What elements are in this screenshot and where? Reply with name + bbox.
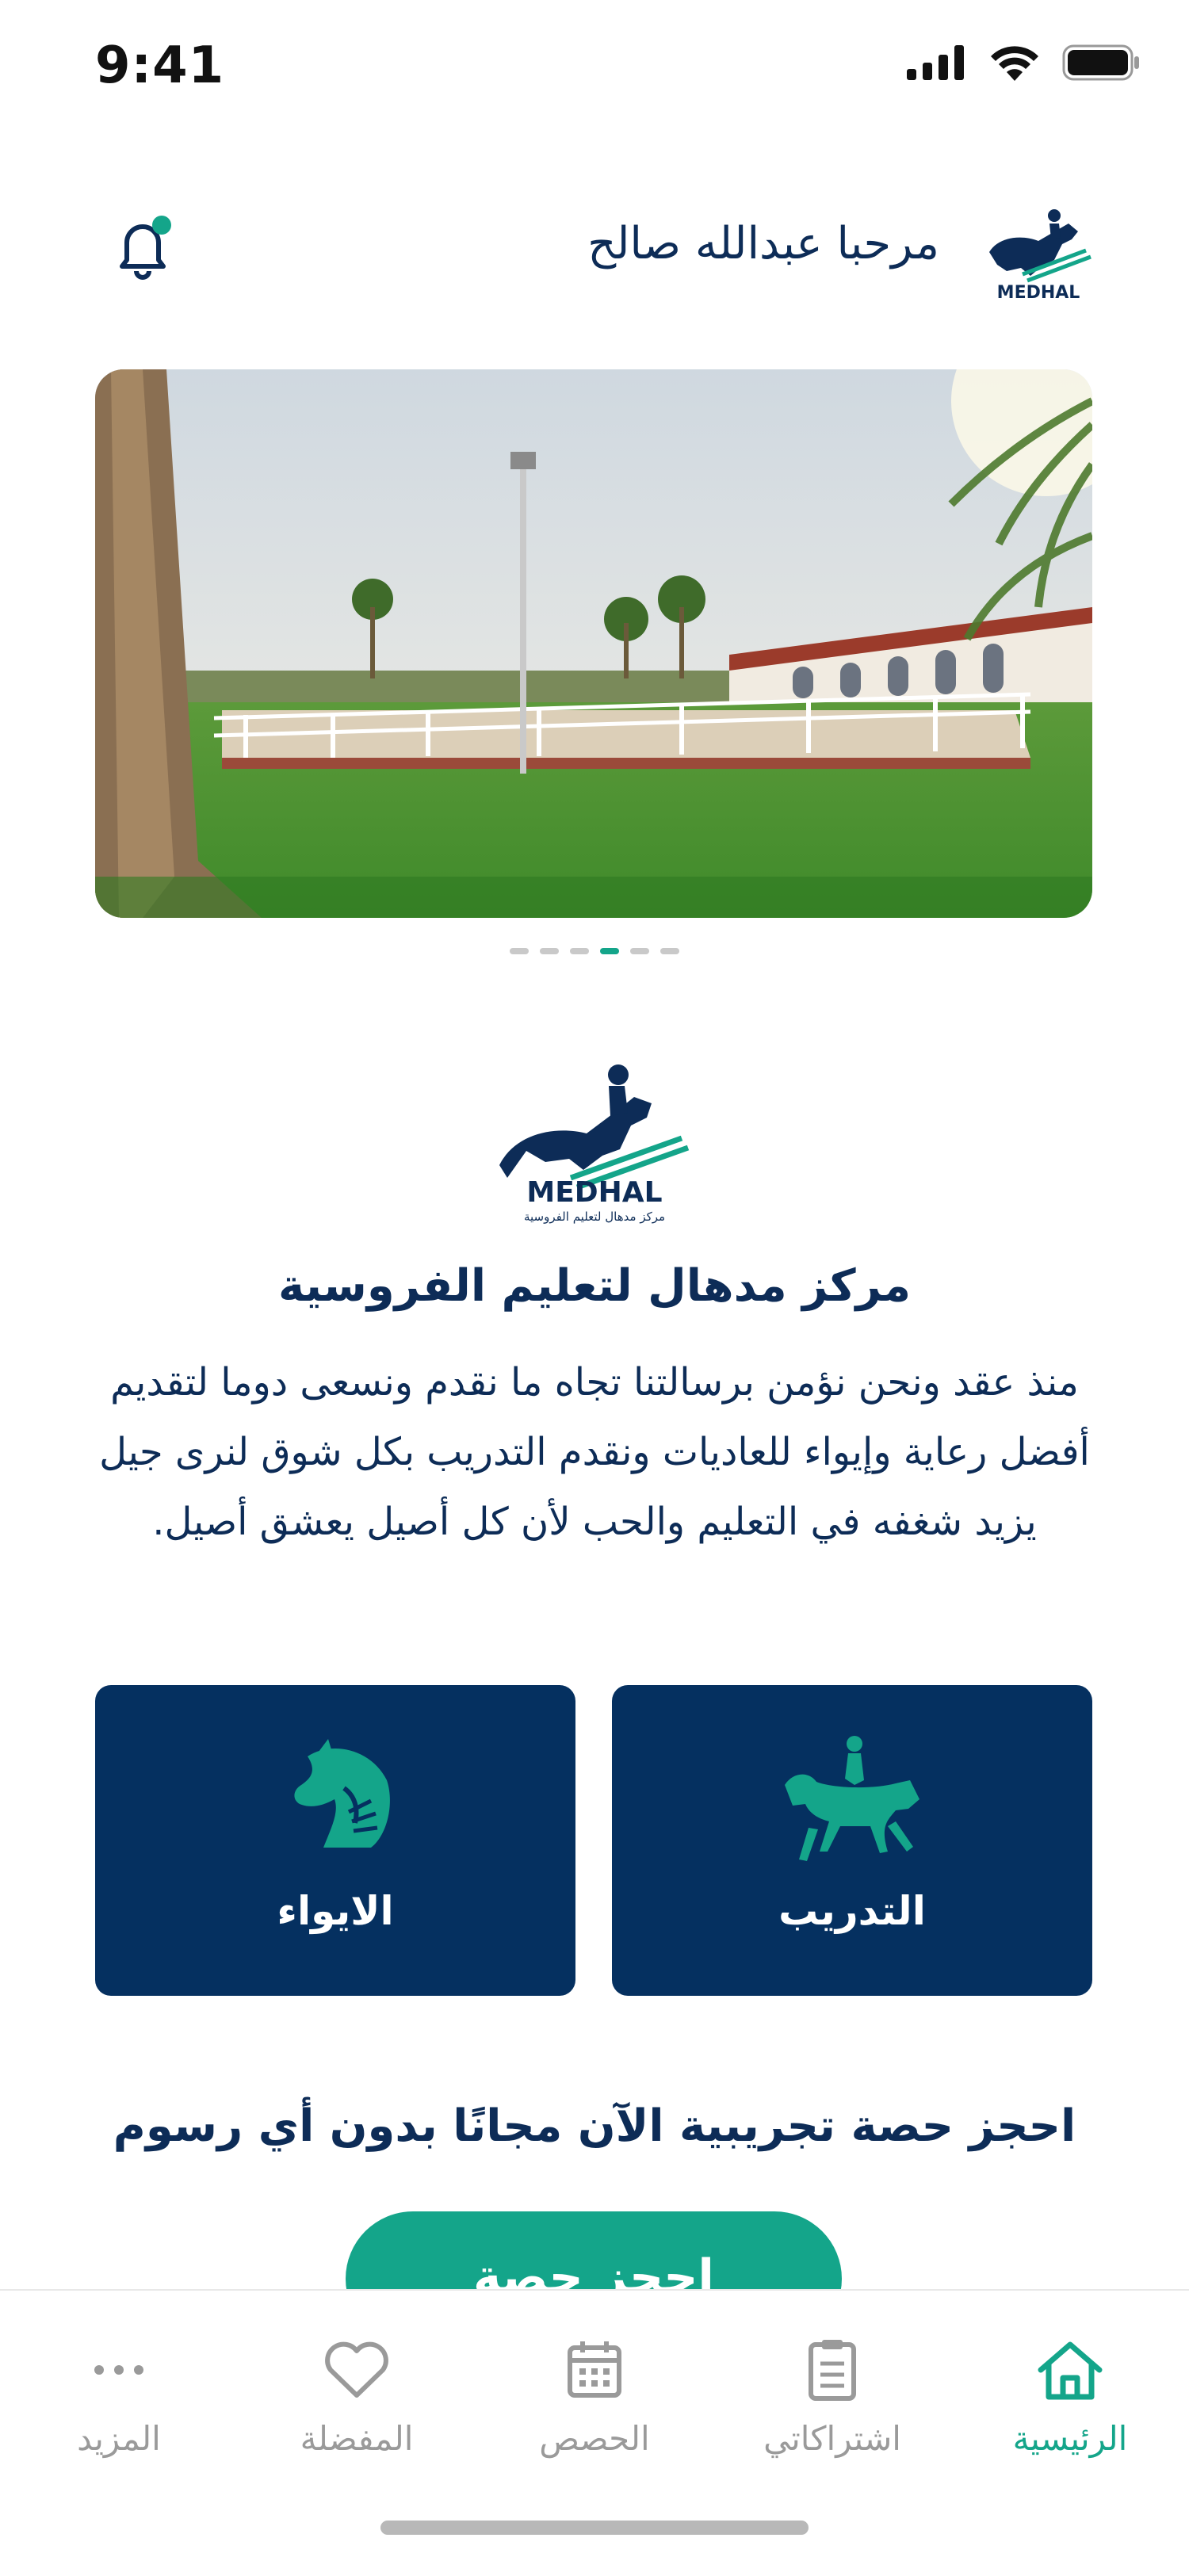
greeting-text: مرحبا عبدالله صالح xyxy=(587,218,939,269)
svg-text:MEDHAL: MEDHAL xyxy=(997,283,1080,303)
medhal-logo-large: MEDHAL مركز مدهال لتعليم الفروسية xyxy=(484,1030,705,1229)
tab-label: الحصص xyxy=(539,2419,650,2458)
wifi-icon xyxy=(991,46,1038,81)
horse-head-hand-icon xyxy=(294,1739,390,1848)
logo-subtext: مركز مدهال لتعليم الفروسية xyxy=(524,1210,665,1224)
tab-label: المزيد xyxy=(77,2419,161,2458)
tab-label: اشتراكاتي xyxy=(763,2419,901,2458)
battery-icon xyxy=(1062,44,1139,81)
status-icons xyxy=(907,44,1141,81)
horse-rider-icon xyxy=(785,1736,919,1861)
carousel-dot[interactable] xyxy=(570,948,589,954)
status-time: 9:41 xyxy=(95,36,225,95)
carousel-dot[interactable] xyxy=(630,948,649,954)
logo-text: MEDHAL xyxy=(526,1176,662,1209)
notification-dot xyxy=(152,216,171,235)
bottom-tab-bar: المزيد المفضلة الحصص اشتراكاتي الرئيسية xyxy=(0,2289,1189,2576)
service-card-training[interactable]: التدريب xyxy=(612,1685,1092,1996)
service-label: التدريب xyxy=(778,1888,926,1934)
medhal-logo-icon[interactable]: MEDHAL xyxy=(975,189,1102,315)
service-label: الايواء xyxy=(277,1888,394,1934)
tab-label: المفضلة xyxy=(300,2419,414,2458)
home-indicator xyxy=(380,2521,809,2535)
image-carousel[interactable] xyxy=(95,369,1092,918)
carousel-dot[interactable] xyxy=(510,948,529,954)
carousel-dot[interactable] xyxy=(540,948,559,954)
center-description: منذ عقد ونحن نؤمن برسالتنا تجاه ما نقدم … xyxy=(99,1360,1090,1544)
home-icon xyxy=(1038,2341,1103,2400)
notification-bell-icon[interactable] xyxy=(111,212,174,284)
promo-text: احجز حصة تجريبية الآن مجانًا بدون أي رسو… xyxy=(113,2100,1076,2152)
signal-icon xyxy=(907,45,964,80)
tab-more[interactable]: المزيد xyxy=(0,2338,238,2458)
carousel-dot-active[interactable] xyxy=(600,948,619,954)
service-card-boarding[interactable]: الايواء xyxy=(95,1685,575,1996)
carousel-image xyxy=(95,369,1092,918)
carousel-pagination[interactable] xyxy=(0,948,1189,954)
carousel-dot[interactable] xyxy=(660,948,679,954)
tab-home[interactable]: الرئيسية xyxy=(951,2338,1189,2458)
tab-label: الرئيسية xyxy=(1012,2419,1128,2458)
clipboard-icon xyxy=(809,2340,856,2401)
heart-icon xyxy=(325,2341,388,2398)
tab-sessions[interactable]: الحصص xyxy=(476,2338,713,2458)
tab-subscriptions[interactable]: اشتراكاتي xyxy=(713,2338,951,2458)
calendar-icon xyxy=(568,2341,621,2398)
tab-favorites[interactable]: المفضلة xyxy=(238,2338,476,2458)
more-dots-icon xyxy=(94,2365,143,2375)
center-title: مركز مدهال لتعليم الفروسية xyxy=(277,1260,912,1312)
